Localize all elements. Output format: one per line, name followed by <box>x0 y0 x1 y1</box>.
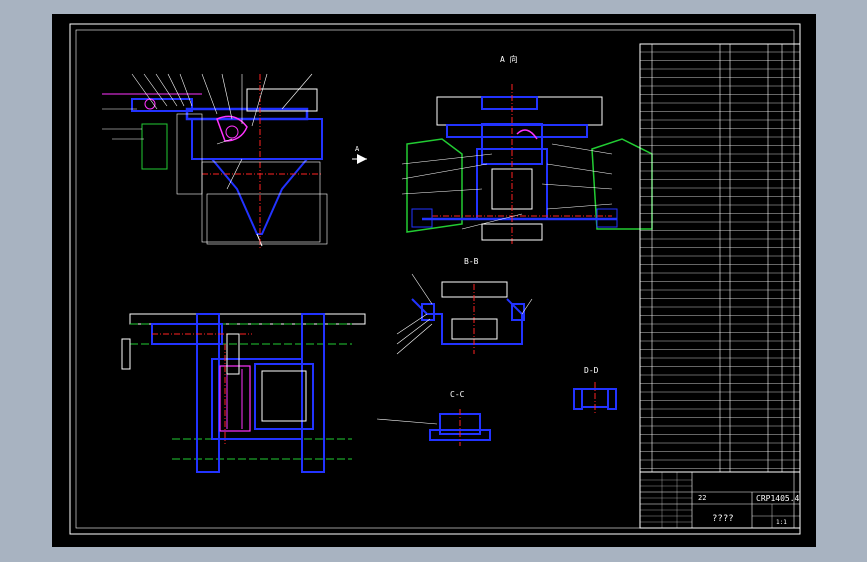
drawing-number: CRP1405.4 <box>756 494 800 503</box>
drawing-qty: 22 <box>698 494 707 502</box>
section-b-b <box>396 273 533 355</box>
front-view <box>102 73 328 249</box>
view-arrow-a <box>352 154 367 164</box>
drawing-sheet: A 向 B-B C-C D-D A CRP1405.4 ???? 1:1 22 <box>52 14 816 547</box>
cad-drawing <box>69 23 801 535</box>
section-c-label: C-C <box>450 390 465 399</box>
drawing-name: ???? <box>712 514 734 524</box>
arrow-a-label: A <box>355 145 360 153</box>
section-b-label: B-B <box>464 257 479 266</box>
drawing-scale: 1:1 <box>776 519 787 526</box>
inner-frame <box>75 29 795 529</box>
plan-view <box>121 313 366 473</box>
section-d-d <box>573 382 617 414</box>
section-d-label: D-D <box>584 366 599 375</box>
parts-list <box>639 43 801 473</box>
view-a <box>401 84 653 244</box>
outer-frame <box>69 23 801 535</box>
section-c-c <box>376 409 491 446</box>
view-a-label: A 向 <box>500 55 518 64</box>
